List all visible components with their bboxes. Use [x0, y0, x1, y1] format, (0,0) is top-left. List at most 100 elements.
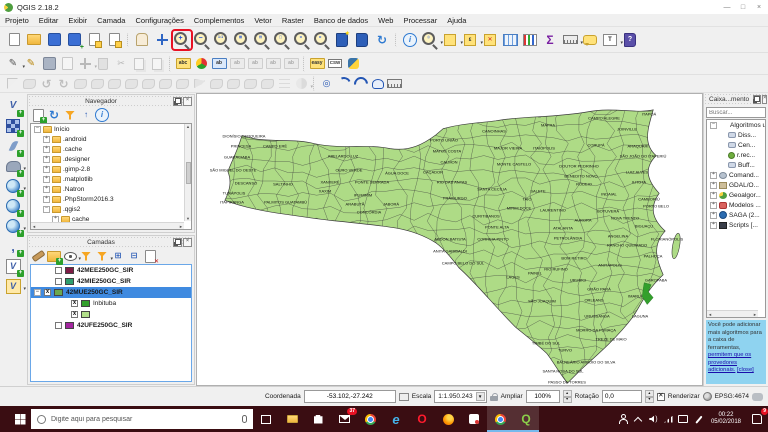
move-label-button[interactable]: ab — [247, 56, 263, 72]
layer-row-42ufe250gc-sir[interactable]: 42UFE250GC_SIR — [31, 320, 191, 331]
expander-icon[interactable]: − — [43, 205, 50, 213]
pin-labels-button[interactable]: ab — [211, 56, 227, 72]
composer-manager-button[interactable] — [105, 31, 123, 49]
expand-all-button[interactable]: ⊞ — [111, 249, 125, 263]
horizontal-scrollbar[interactable]: ◄ ► — [31, 222, 184, 229]
layer-visibility-checkbox[interactable] — [55, 267, 62, 274]
rotate-feature-button[interactable] — [73, 76, 88, 91]
expander-icon[interactable] — [45, 322, 52, 329]
add-selected-layers-button[interactable] — [31, 108, 47, 124]
firefox-button[interactable] — [435, 406, 461, 432]
menu-item[interactable]: Web — [373, 14, 398, 26]
select-features-button[interactable] — [441, 31, 459, 49]
delete-selected-button[interactable] — [95, 56, 111, 72]
add-spatialite-layer-button[interactable] — [4, 137, 24, 157]
tree-item-matplotlib[interactable]: + .matplotlib — [31, 174, 191, 184]
select-by-expression-button[interactable]: ε — [461, 31, 479, 49]
expander-icon[interactable]: + — [43, 155, 50, 163]
layer-visibility-checkbox[interactable] — [55, 278, 62, 285]
open-project-button[interactable] — [25, 31, 43, 49]
close-panel-button[interactable]: × — [762, 94, 768, 104]
add-group-button[interactable] — [47, 249, 63, 265]
menu-item[interactable]: Banco de dados — [309, 14, 373, 26]
legend-item-others[interactable] — [31, 309, 191, 320]
layer-visibility-checkbox[interactable] — [44, 289, 51, 296]
paste-features-button[interactable] — [149, 56, 165, 72]
expander-icon[interactable] — [719, 132, 726, 139]
expander-icon[interactable]: + — [710, 171, 717, 179]
horizontal-scrollbar[interactable]: ◄ ► — [707, 310, 758, 317]
toolbox-item-centroids[interactable]: Cen... — [707, 140, 765, 150]
add-postgis-layer-button[interactable] — [4, 157, 24, 177]
identify-features-button[interactable]: i — [401, 31, 419, 49]
close-info-link[interactable]: [close] — [737, 367, 754, 373]
field-calculator-button[interactable] — [521, 31, 539, 49]
snapping-button[interactable]: ◎ — [319, 76, 334, 91]
add-mssql-layer-button[interactable] — [4, 197, 24, 217]
add-wms-layer-button[interactable] — [4, 177, 24, 197]
circular-arc-by-radius-button[interactable] — [353, 76, 368, 91]
layer-labeling-button[interactable]: abc — [175, 56, 191, 72]
collapse-all-layers-button[interactable]: ⊟ — [127, 249, 141, 263]
expander-icon[interactable] — [61, 311, 68, 318]
measure-button[interactable] — [561, 31, 579, 49]
text-annotation-button[interactable]: T — [601, 31, 619, 49]
delete-part-button[interactable] — [175, 76, 190, 91]
opera-button[interactable] — [409, 406, 435, 432]
lock-scale-icon[interactable] — [489, 392, 498, 401]
toolbox-item-rrec[interactable]: r.rec... — [707, 150, 765, 160]
zoom-to-layer-button[interactable]: ▤ — [253, 31, 271, 49]
microphone-icon[interactable] — [242, 415, 247, 423]
task-view-button[interactable] — [253, 406, 279, 432]
render-checkbox[interactable]: ✕ — [656, 392, 665, 401]
python-console-button[interactable] — [345, 56, 361, 72]
help-button[interactable]: ? — [621, 31, 639, 49]
network-tray-icon[interactable] — [661, 406, 676, 432]
expander-icon[interactable]: + — [710, 181, 717, 189]
epsg-code[interactable]: EPSG:4674 — [715, 393, 749, 400]
cad-tools-button[interactable] — [5, 76, 20, 91]
deselect-all-button[interactable]: ✕ — [481, 31, 499, 49]
tree-item-cache[interactable]: + .cache — [31, 144, 191, 154]
cad-input-button[interactable] — [387, 76, 402, 91]
new-shapefile-layer-button[interactable]: V — [4, 277, 22, 295]
qgis-running-button[interactable] — [513, 406, 539, 432]
expander-icon[interactable] — [45, 278, 52, 285]
tree-item-natron[interactable]: + .Natron — [31, 184, 191, 194]
menu-item[interactable]: Raster — [277, 14, 309, 26]
filter-by-expression-button[interactable] — [95, 249, 109, 263]
merge-attributes-button[interactable] — [277, 76, 292, 91]
expander-icon[interactable]: + — [710, 221, 717, 229]
magnifier-input[interactable] — [525, 390, 560, 403]
add-delimited-text-layer-button[interactable]: , — [4, 237, 24, 257]
map-tips-button[interactable] — [581, 31, 599, 49]
layer-visibility-checkbox[interactable] — [71, 300, 78, 307]
rotation-input[interactable] — [601, 390, 642, 403]
split-features-button[interactable] — [226, 76, 241, 91]
zoom-full-button[interactable]: ▦ — [233, 31, 251, 49]
curved-polygon-button[interactable] — [370, 76, 385, 91]
menu-item[interactable]: Configurações — [130, 14, 188, 26]
expander-icon[interactable]: + — [710, 201, 717, 209]
add-raster-layer-button[interactable] — [4, 117, 24, 137]
layer-row-42mee250gc-sir[interactable]: 42MEE250GC_SIR — [31, 265, 191, 276]
remove-layer-button[interactable] — [143, 249, 159, 265]
layer-diagram-button[interactable] — [193, 56, 209, 72]
scale-combobox[interactable]: 1:1.950.243 ▼ — [434, 390, 487, 403]
menu-item[interactable]: Projeto — [0, 14, 34, 26]
feature-action-button[interactable]: ◎ — [421, 31, 439, 49]
float-panel-button[interactable] — [173, 96, 182, 106]
add-wfs-layer-button[interactable] — [4, 217, 24, 237]
simplify-feature-button[interactable] — [90, 76, 105, 91]
close-panel-button[interactable]: × — [183, 96, 192, 106]
toggle-editing-button[interactable]: ✎ — [23, 56, 39, 72]
expander-icon[interactable]: − — [710, 121, 717, 129]
toolbox-group-scripts[interactable]: + Scripts [... — [707, 220, 765, 230]
zoom-next-button[interactable]: ► — [313, 31, 331, 49]
add-virtual-layer-button[interactable]: V — [4, 257, 24, 277]
pan-to-selection-button[interactable] — [153, 31, 171, 49]
current-edits-button[interactable]: ✎ — [5, 56, 21, 72]
zoom-native-resolution-button[interactable]: 1:1 — [213, 31, 231, 49]
expander-icon[interactable]: + — [43, 135, 50, 143]
layer-row-42mie250gc-sir[interactable]: 42MIE250GC_SIR — [31, 276, 191, 287]
